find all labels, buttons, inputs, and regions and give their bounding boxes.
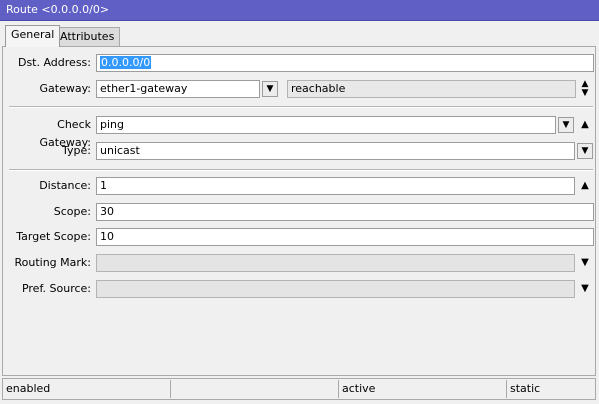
check-gateway-field[interactable]: ping [96,116,556,134]
separator [9,106,593,108]
target-scope-field[interactable]: 10 [96,228,594,246]
tab-general[interactable]: General [5,25,61,47]
gateway-updown-arrow-icon[interactable]: ▲ ▼ [579,80,591,98]
routing-mark-label: Routing Mark: [14,256,91,269]
dst-address-value: 0.0.0.0/0 [100,56,152,69]
tab-attributes[interactable]: Attributes [54,27,121,47]
dst-address-row: Dst. Address: 0.0.0.0/0 [3,54,597,74]
target-scope-label: Target Scope: [16,230,91,243]
distance-up-arrow-icon[interactable]: ▲ [579,177,591,195]
status-active: active [339,380,507,398]
pref-source-row: Pref. Source: ▼ [3,280,597,300]
scope-label: Scope: [53,205,91,218]
gateway-row: Gateway: ether1-gateway ▼ reachable ▲ ▼ [3,80,597,100]
distance-label: Distance: [39,179,91,192]
status-enabled: enabled [3,380,171,398]
separator [9,169,593,171]
type-label: Type: [62,144,91,157]
routing-mark-row: Routing Mark: ▼ [3,254,597,274]
distance-row: Distance: 1 ▲ [3,177,597,197]
gateway-status-field: reachable [287,80,576,98]
window-title: Route <0.0.0.0/0> [0,0,599,21]
scope-field[interactable]: 30 [96,203,594,221]
routing-mark-down-arrow-icon[interactable]: ▼ [579,254,591,272]
check-gateway-dropdown-icon[interactable]: ▼ [558,117,574,133]
general-panel: Dst. Address: 0.0.0.0/0 Gateway: ether1-… [2,46,596,376]
scope-row: Scope: 30 [3,203,597,223]
pref-source-field[interactable] [96,280,575,298]
status-bar: enabled active static [2,378,596,400]
gateway-label: Gateway: [39,82,92,95]
gateway-field[interactable]: ether1-gateway [96,80,260,98]
type-row: Type: unicast ▼ [3,142,597,162]
routing-mark-field[interactable] [96,254,575,272]
status-empty [171,380,339,398]
distance-field[interactable]: 1 [96,177,575,195]
check-gateway-up-arrow-icon[interactable]: ▲ [579,116,591,134]
check-gateway-row: Check Gateway: ping ▼ ▲ [3,116,597,149]
type-field[interactable]: unicast [96,142,575,160]
type-dropdown-icon[interactable]: ▼ [577,143,593,159]
pref-source-label: Pref. Source: [21,282,91,295]
dst-address-label: Dst. Address: [17,56,91,69]
pref-source-down-arrow-icon[interactable]: ▼ [579,280,591,298]
gateway-dropdown-icon[interactable]: ▼ [262,81,278,97]
status-static: static [510,382,541,395]
tab-strip: General Attributes [0,21,599,47]
dst-address-field[interactable]: 0.0.0.0/0 [96,54,594,72]
target-scope-row: Target Scope: 10 [3,228,597,248]
